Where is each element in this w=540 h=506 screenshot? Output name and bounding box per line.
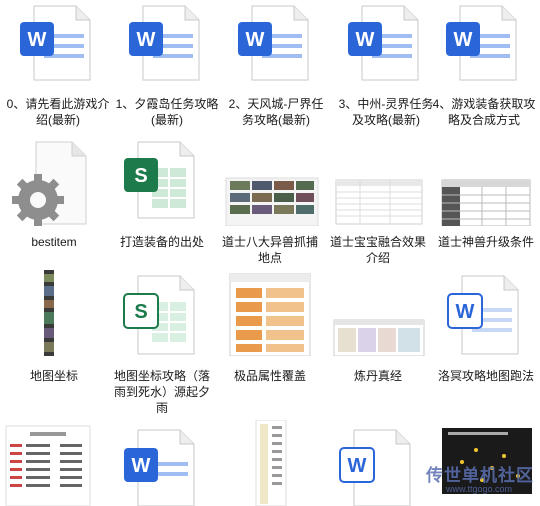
word-doc-icon: W: [446, 5, 517, 81]
spreadsheet-icon: S: [124, 141, 195, 219]
image-thumbnail: [44, 270, 54, 356]
file-label: 炼丹真经: [353, 369, 402, 383]
svg-text:S: S: [134, 301, 147, 323]
file-label: 0、请先看此游戏介绍(最新): [6, 97, 110, 127]
file-label: 道士神兽升级条件: [437, 235, 534, 249]
file-label: 2、天风城-尸界任务攻略(最新): [228, 97, 324, 127]
word-doc-icon: W: [20, 5, 91, 81]
word-doc-icon: W: [238, 5, 309, 81]
image-thumbnail: [5, 425, 91, 506]
file-label: 极品属性覆盖: [233, 369, 306, 383]
gear-icon: [12, 174, 64, 226]
image-thumbnail: [229, 273, 311, 356]
watermark-text: 传世单机社区: [426, 466, 534, 485]
file-label: 洛冥攻略地图跑法: [437, 369, 534, 383]
file-label: bestitem: [31, 235, 77, 249]
file-label: 道士八大异兽抓捕地点: [221, 235, 318, 265]
word-doc-icon: W: [348, 5, 419, 81]
word-doc-icon: W: [129, 5, 200, 81]
image-thumbnail: [255, 420, 287, 506]
watermark-url: www.ttgogo.com: [445, 484, 512, 494]
svg-text:S: S: [134, 165, 147, 187]
file-label: 4、游戏装备获取攻略及合成方式: [432, 97, 536, 127]
file-grid: W 0、请先看此游戏介绍(最新) W 1、夕霞岛任务攻略(最新) W 2、天风城…: [0, 0, 540, 506]
file-label: 3、中州-灵界任务及攻略(最新): [338, 97, 434, 127]
spreadsheet-icon: S: [123, 275, 195, 355]
file-label: 道士宝宝融合效果介绍: [329, 235, 426, 265]
svg-text:W: W: [454, 29, 473, 51]
file-label: 1、夕霞岛任务攻略(最新): [115, 97, 219, 127]
file-label: 打造装备的出处: [119, 235, 204, 249]
word-doc-icon: W: [447, 275, 519, 355]
file-label: 地图坐标: [29, 369, 78, 383]
svg-text:W: W: [246, 29, 265, 51]
svg-text:W: W: [28, 29, 47, 51]
svg-text:W: W: [356, 29, 375, 51]
svg-text:W: W: [456, 301, 475, 323]
file-label: 地图坐标攻略（落雨到死水）源起夕雨: [113, 369, 210, 415]
svg-text:W: W: [348, 455, 367, 477]
settings-file-icon: [12, 141, 87, 226]
svg-text:W: W: [137, 29, 156, 51]
image-thumbnail: [333, 319, 425, 356]
word-doc-icon: W: [339, 429, 411, 506]
word-doc-icon: W: [124, 429, 195, 506]
image-thumbnail: [225, 177, 319, 226]
image-thumbnail: [335, 179, 423, 225]
image-thumbnail: [441, 179, 531, 226]
svg-text:W: W: [132, 455, 151, 477]
